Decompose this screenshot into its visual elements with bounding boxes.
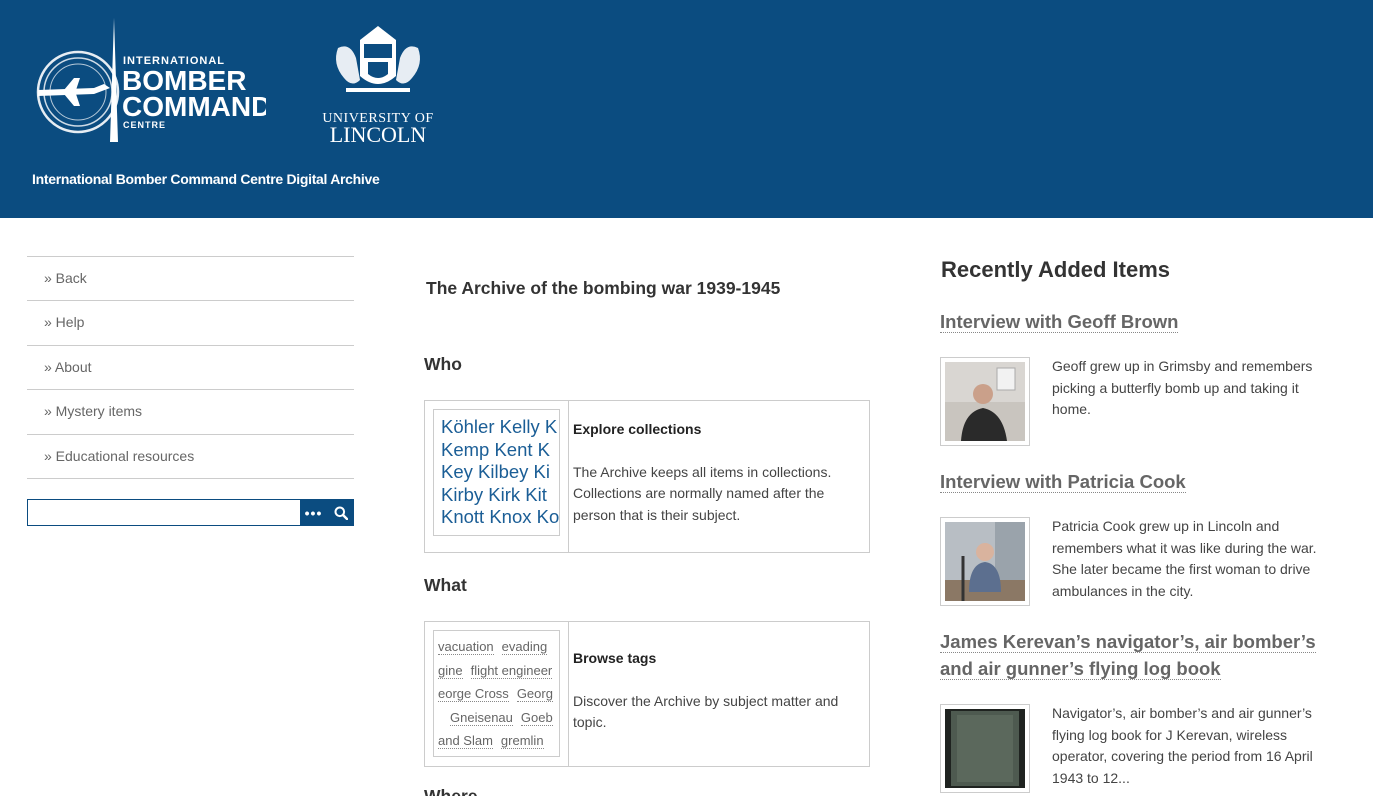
ellipsis-icon: ••• (304, 504, 323, 521)
tag: gremlin (500, 733, 544, 750)
tag: Gneisenau (450, 709, 513, 726)
recent-item-thumbnail[interactable] (940, 517, 1030, 606)
search-icon (334, 506, 348, 520)
search-input[interactable] (27, 499, 300, 526)
recent-item-description: Navigator’s, air bomber’s and air gunner… (1052, 705, 1313, 786)
recent-item-thumbnail[interactable] (940, 357, 1030, 446)
recent-item-title: Interview with Patricia Cook (940, 468, 1340, 495)
card-title[interactable]: Browse tags (573, 648, 865, 670)
recent-item-title: James Kerevan’s navigator’s, air bomber’… (940, 628, 1340, 682)
card-body: Explore collections The Archive keeps al… (569, 401, 869, 552)
nav-item-educational-resources[interactable]: » Educational resources (27, 435, 354, 479)
tag-row: gine flight engineer (438, 659, 559, 683)
card-body: Browse tags Discover the Archive by subj… (569, 622, 869, 766)
ibcc-logo[interactable]: INTERNATIONAL BOMBER COMMAND CENTRE (34, 18, 266, 144)
card-text: Discover the Archive by subject matter a… (573, 692, 839, 731)
tag-row: Gneisenau Goeb (438, 706, 559, 730)
search-form: ••• (27, 499, 354, 526)
recent-item-thumbnail[interactable] (940, 704, 1030, 793)
recent-item-title: Interview with Geoff Brown (940, 308, 1340, 335)
tag-row: and Slam gremlin (438, 729, 559, 753)
svg-text:CENTRE: CENTRE (123, 120, 166, 130)
tags-thumbnail: vacuation evading gine flight engineer eor… (433, 630, 560, 757)
interview-photo (945, 362, 1025, 441)
page-heading: The Archive of the bombing war 1939-1945 (426, 278, 781, 298)
thumb-line: Kirby Kirk Kit (441, 483, 547, 505)
section-title-where: Where (424, 786, 478, 796)
interview-photo (945, 522, 1025, 601)
tag-row: vacuation evading (438, 635, 559, 659)
card-title[interactable]: Explore collections (573, 419, 865, 441)
explore-collections-card[interactable]: Köhler Kelly K Kemp Kent K Key Kilbey Ki… (424, 400, 870, 553)
thumb-line: Key Kilbey Ki (441, 461, 550, 483)
nav-item-mystery-items[interactable]: » Mystery items (27, 390, 354, 435)
browse-tags-card[interactable]: vacuation evading gine flight engineer eor… (424, 621, 870, 767)
nav-item-help[interactable]: » Help (27, 301, 354, 346)
thumb-line: Köhler Kelly K (441, 416, 558, 437)
recent-item-description: Geoff grew up in Grimsby and remembers p… (1052, 358, 1313, 417)
card-text: The Archive keeps all items in collectio… (573, 463, 832, 523)
tag: gine (438, 662, 463, 679)
tag-row: eorge Cross Georg (438, 682, 559, 706)
tag: and Slam (438, 733, 493, 750)
tag: Goeb (520, 709, 553, 726)
log-book-photo (945, 709, 1025, 788)
collections-thumbnail: Köhler Kelly K Kemp Kent K Key Kilbey Ki… (433, 409, 560, 536)
advanced-search-button[interactable]: ••• (300, 499, 327, 526)
university-of-lincoln-logo[interactable]: UNIVERSITY OF LINCOLN (316, 18, 440, 144)
site-title[interactable]: International Bomber Command Centre Digi… (32, 171, 380, 187)
svg-text:LINCOLN: LINCOLN (330, 122, 427, 144)
nav-item-back[interactable]: » Back (27, 257, 354, 302)
tag: flight engineer (470, 662, 553, 679)
search-submit-button[interactable] (327, 499, 354, 526)
section-title-who: Who (424, 354, 462, 374)
nav-item-about[interactable]: » About (27, 346, 354, 391)
site-header: INTERNATIONAL BOMBER COMMAND CENTRE UNIV… (0, 0, 1373, 218)
tag: vacuation (438, 639, 494, 655)
section-title-what: What (424, 575, 467, 595)
card-thumbnail[interactable]: vacuation evading gine flight engineer eor… (425, 622, 569, 766)
svg-text:COMMAND: COMMAND (122, 91, 266, 122)
recent-item-link-kerevan-log-book[interactable]: James Kerevan’s navigator’s, air bomber’… (940, 631, 1316, 680)
tag: eorge Cross (438, 686, 509, 703)
recently-added-title: Recently Added Items (941, 257, 1171, 282)
sidebar-nav: » Back » Help » About » Mystery items » … (27, 256, 354, 479)
card-thumbnail[interactable]: Köhler Kelly K Kemp Kent K Key Kilbey Ki… (425, 401, 569, 552)
recent-item-link-patricia-cook[interactable]: Interview with Patricia Cook (940, 471, 1186, 493)
recent-item-description: Patricia Cook grew up in Lincoln and rem… (1052, 518, 1317, 599)
tag: evading (501, 639, 548, 655)
recent-item-link-geoff-brown[interactable]: Interview with Geoff Brown (940, 311, 1179, 333)
tag: Georg (516, 686, 553, 703)
thumb-line: Kemp Kent K (441, 438, 551, 460)
thumb-line: Knott Knox Ko (441, 506, 560, 528)
